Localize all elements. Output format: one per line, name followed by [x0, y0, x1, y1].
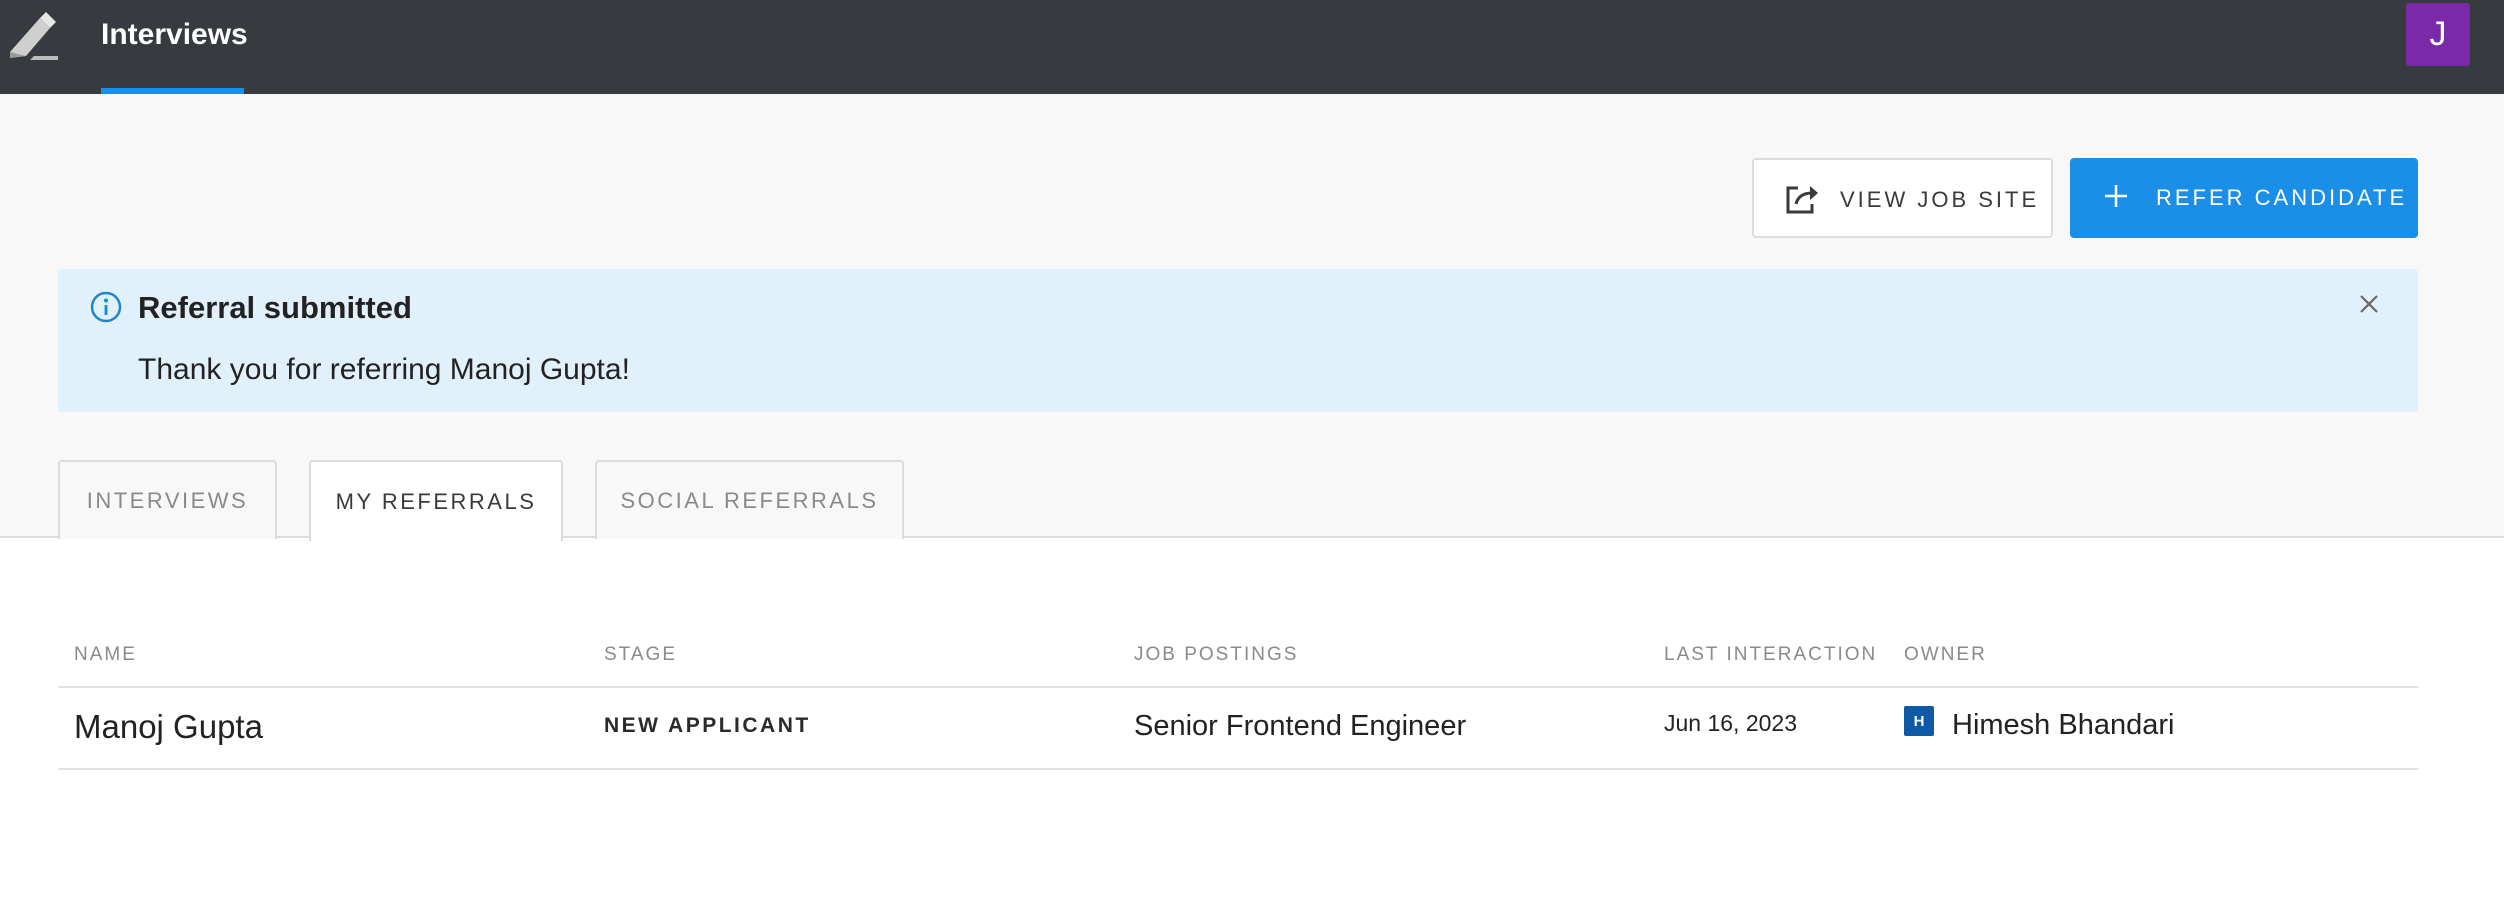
candidate-name[interactable]: Manoj Gupta	[74, 708, 263, 746]
column-header-last-interaction[interactable]: LAST INTERACTION	[1664, 644, 1877, 666]
stage-label: NEW APPLICANT	[604, 714, 811, 737]
column-header-stage[interactable]: STAGE	[604, 644, 677, 666]
column-header-job-postings[interactable]: JOB POSTINGS	[1134, 644, 1298, 666]
column-header-owner[interactable]: OWNER	[1904, 644, 1987, 666]
owner-name: Himesh Bhandari	[1952, 709, 2175, 741]
referral-submitted-alert: Referral submitted Thank you for referri…	[58, 269, 2418, 412]
tab-interviews[interactable]: INTERVIEWS	[58, 460, 277, 539]
user-avatar[interactable]: J	[2406, 3, 2470, 66]
close-icon[interactable]	[2354, 289, 2384, 319]
last-interaction-date: Jun 16, 2023	[1664, 710, 1798, 736]
tab-my-referrals[interactable]: MY REFERRALS	[309, 460, 563, 541]
pencil-logo-icon[interactable]	[4, 8, 58, 62]
avatar-initial: J	[2429, 15, 2447, 53]
nav-tab-label: Interviews	[101, 18, 248, 51]
owner-avatar: H	[1904, 706, 1934, 736]
refer-candidate-label: REFER CANDIDATE	[2156, 185, 2408, 210]
table-row[interactable]: Manoj Gupta NEW APPLICANT Senior Fronten…	[58, 688, 2418, 770]
info-icon	[89, 290, 123, 324]
alert-message: Thank you for referring Manoj Gupta!	[138, 353, 630, 386]
owner-initial: H	[1913, 712, 1925, 730]
share-icon	[1784, 182, 1820, 216]
job-posting: Senior Frontend Engineer	[1134, 710, 1467, 742]
view-job-site-label: VIEW JOB SITE	[1840, 187, 2040, 212]
alert-title: Referral submitted	[138, 290, 412, 325]
nav-tab-interviews[interactable]: Interviews	[101, 0, 248, 94]
refer-candidate-button[interactable]: REFER CANDIDATE	[2070, 158, 2418, 238]
top-nav-bar: Interviews J	[0, 0, 2504, 94]
plus-icon	[2102, 182, 2130, 210]
tab-social-referrals[interactable]: SOCIAL REFERRALS	[595, 460, 904, 539]
view-job-site-button[interactable]: VIEW JOB SITE	[1752, 158, 2053, 238]
column-header-name[interactable]: NAME	[74, 644, 137, 666]
